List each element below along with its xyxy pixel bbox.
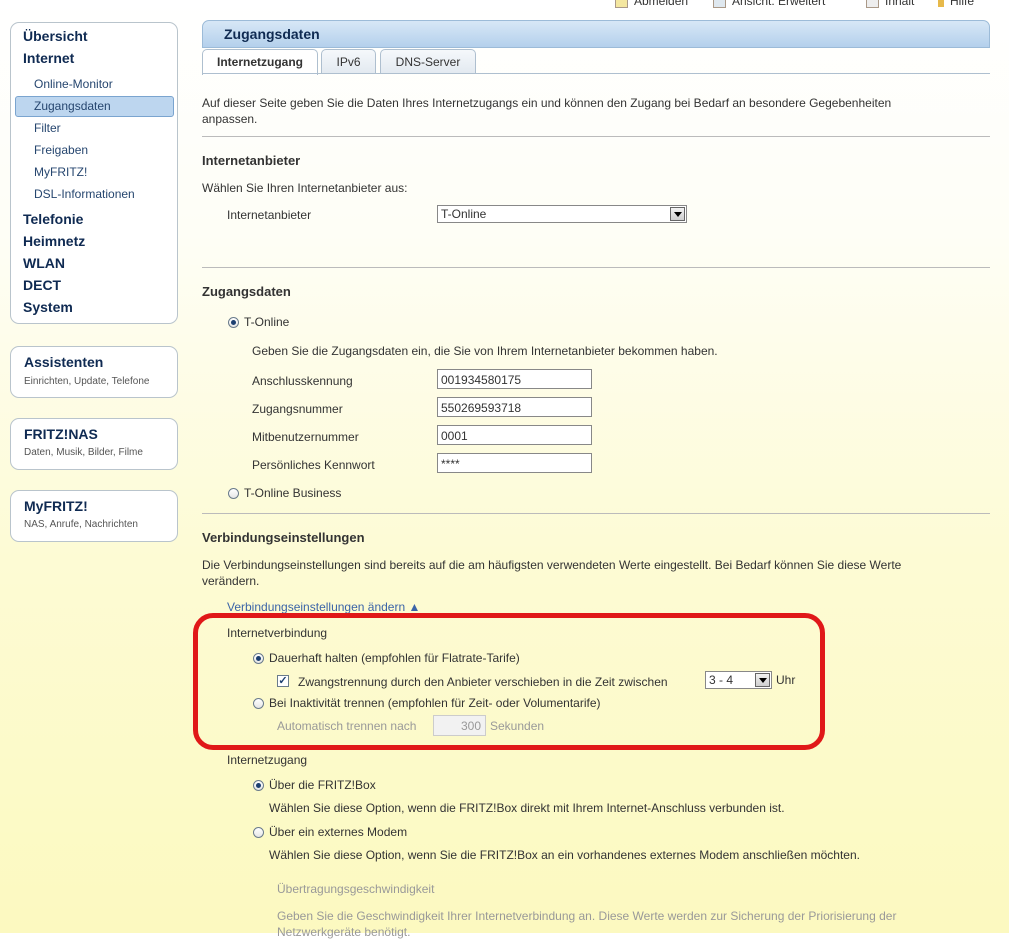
sekunden-label: Sekunden bbox=[490, 719, 545, 733]
provider-heading: Internetanbieter bbox=[202, 153, 301, 168]
chevron-down-icon[interactable] bbox=[755, 673, 770, 687]
tab-ipv6[interactable]: IPv6 bbox=[321, 49, 376, 74]
speed-info-2: Netzwerkgeräte benötigt. bbox=[277, 925, 411, 939]
logout-icon bbox=[615, 0, 628, 9]
conn-info-1: Die Verbindungseinstellungen sind bereit… bbox=[202, 558, 902, 572]
modem-info: Wählen Sie diese Option, wenn Sie die FR… bbox=[269, 848, 860, 862]
radio-dauerhaft[interactable] bbox=[253, 653, 264, 664]
conn-settings-toggle-link[interactable]: Verbindungseinstellungen ändern ▲ bbox=[227, 600, 420, 614]
radio-external-modem-label[interactable]: Über ein externes Modem bbox=[269, 825, 407, 839]
conn-heading: Verbindungseinstellungen bbox=[202, 530, 365, 545]
anschlusskennung-input[interactable]: 001934580175 bbox=[437, 369, 592, 389]
tab-dns-server[interactable]: DNS-Server bbox=[380, 49, 476, 74]
view-link[interactable]: Ansicht: Erweitert bbox=[713, 0, 825, 9]
help-link[interactable]: Hilfe bbox=[938, 0, 974, 8]
auto-disconnect-label: Automatisch trennen nach bbox=[277, 719, 417, 733]
fritznas-box[interactable]: FRITZ!NAS Daten, Musik, Bilder, Filme bbox=[10, 418, 178, 470]
kennwort-input[interactable]: **** bbox=[437, 453, 592, 473]
provider-prompt: Wählen Sie Ihren Internetanbieter aus: bbox=[202, 181, 408, 195]
help-icon bbox=[938, 0, 944, 8]
contents-icon bbox=[866, 0, 879, 9]
uhr-label: Uhr bbox=[776, 673, 796, 687]
contents-link[interactable]: Inhalt bbox=[866, 0, 914, 9]
tab-internetzugang[interactable]: Internetzugang bbox=[202, 49, 318, 75]
access-heading: Zugangsdaten bbox=[202, 284, 291, 299]
myfritz-box[interactable]: MyFRITZ! NAS, Anrufe, Nachrichten bbox=[10, 490, 178, 542]
radio-t-online-label[interactable]: T-Online bbox=[244, 315, 289, 329]
internetverbindung-label: Internetverbindung bbox=[227, 626, 328, 640]
top-links: Abmelden Ansicht: Erweitert Inhalt Hilfe bbox=[610, 0, 1009, 9]
myfritz-title: MyFRITZ! bbox=[24, 498, 88, 514]
radio-t-online-business-label[interactable]: T-Online Business bbox=[244, 486, 341, 500]
fritznas-subtitle: Daten, Musik, Bilder, Filme bbox=[24, 447, 143, 458]
divider bbox=[202, 513, 990, 514]
radio-dauerhaft-label[interactable]: Dauerhaft halten (empfohlen für Flatrate… bbox=[269, 651, 520, 665]
radio-t-online[interactable] bbox=[228, 317, 239, 328]
assistants-box[interactable]: Assistenten Einrichten, Update, Telefone bbox=[10, 346, 178, 398]
field-label-kennwort: Persönliches Kennwort bbox=[252, 458, 375, 472]
speed-info-1: Geben Sie die Geschwindigkeit Ihrer Inte… bbox=[277, 909, 897, 923]
page-title: Zugangsdaten bbox=[224, 26, 320, 42]
page-title-bar: Zugangsdaten bbox=[202, 20, 990, 48]
myfritz-subtitle: NAS, Anrufe, Nachrichten bbox=[24, 519, 138, 530]
assistants-subtitle: Einrichten, Update, Telefone bbox=[24, 376, 150, 387]
provider-select-value: T-Online bbox=[441, 207, 487, 221]
access-info: Geben Sie die Zugangsdaten ein, die Sie … bbox=[252, 344, 718, 358]
main-nav: Übersicht Internet Online-Monitor Zugang… bbox=[10, 22, 178, 324]
provider-select[interactable]: T-Online bbox=[437, 205, 687, 223]
fritzbox-info: Wählen Sie diese Option, wenn die FRITZ!… bbox=[269, 801, 785, 815]
zwangstrennung-label[interactable]: Zwangstrennung durch den Anbieter versch… bbox=[298, 675, 668, 689]
nav-dsl-info[interactable]: DSL-Informationen bbox=[34, 187, 135, 201]
nav-zugangsdaten[interactable]: Zugangsdaten bbox=[34, 99, 111, 113]
mitbenutzernummer-input[interactable]: 0001 bbox=[437, 425, 592, 445]
zwangstrennung-time-select[interactable]: 3 - 4 bbox=[705, 671, 772, 689]
view-icon bbox=[713, 0, 726, 9]
assistants-title: Assistenten bbox=[24, 354, 104, 370]
nav-telefonie[interactable]: Telefonie bbox=[23, 211, 83, 227]
tab-divider bbox=[202, 73, 990, 74]
nav-internet[interactable]: Internet bbox=[23, 50, 74, 66]
conn-info-2: verändern. bbox=[202, 574, 260, 588]
speed-heading: Übertragungsgeschwindigkeit bbox=[277, 882, 435, 896]
field-label-anschlusskennung: Anschlusskennung bbox=[252, 374, 353, 388]
radio-inaktivitaet-label[interactable]: Bei Inaktivität trennen (empfohlen für Z… bbox=[269, 696, 601, 710]
radio-fritzbox[interactable] bbox=[253, 780, 264, 791]
zugangsnummer-input[interactable]: 550269593718 bbox=[437, 397, 592, 417]
provider-label: Internetanbieter bbox=[227, 208, 312, 222]
nav-myfritz[interactable]: MyFRITZ! bbox=[34, 165, 87, 179]
divider bbox=[202, 267, 990, 268]
nav-dect[interactable]: DECT bbox=[23, 277, 61, 293]
radio-t-online-business[interactable] bbox=[228, 488, 239, 499]
auto-disconnect-input[interactable]: 300 bbox=[433, 715, 486, 736]
internetzugang-label: Internetzugang bbox=[227, 753, 308, 767]
intro-text-1: Auf dieser Seite geben Sie die Daten Ihr… bbox=[202, 96, 892, 110]
field-label-zugangsnummer: Zugangsnummer bbox=[252, 402, 343, 416]
logout-link[interactable]: Abmelden bbox=[615, 0, 688, 9]
nav-heimnetz[interactable]: Heimnetz bbox=[23, 233, 85, 249]
intro-text-2: anpassen. bbox=[202, 112, 258, 126]
fritznas-title: FRITZ!NAS bbox=[24, 426, 98, 442]
nav-filter[interactable]: Filter bbox=[34, 121, 61, 135]
nav-freigaben[interactable]: Freigaben bbox=[34, 143, 88, 157]
nav-wlan[interactable]: WLAN bbox=[23, 255, 65, 271]
radio-inaktivitaet[interactable] bbox=[253, 698, 264, 709]
nav-online-monitor[interactable]: Online-Monitor bbox=[34, 77, 113, 91]
radio-fritzbox-label[interactable]: Über die FRITZ!Box bbox=[269, 778, 376, 792]
chevron-down-icon[interactable] bbox=[670, 207, 685, 221]
field-label-mitbenutzernummer: Mitbenutzernummer bbox=[252, 430, 359, 444]
divider bbox=[202, 136, 990, 137]
checkbox-zwangstrennung[interactable]: ✓ bbox=[277, 675, 289, 687]
nav-system[interactable]: System bbox=[23, 299, 73, 315]
nav-overview[interactable]: Übersicht bbox=[23, 28, 88, 44]
radio-external-modem[interactable] bbox=[253, 827, 264, 838]
time-select-value: 3 - 4 bbox=[709, 673, 734, 687]
